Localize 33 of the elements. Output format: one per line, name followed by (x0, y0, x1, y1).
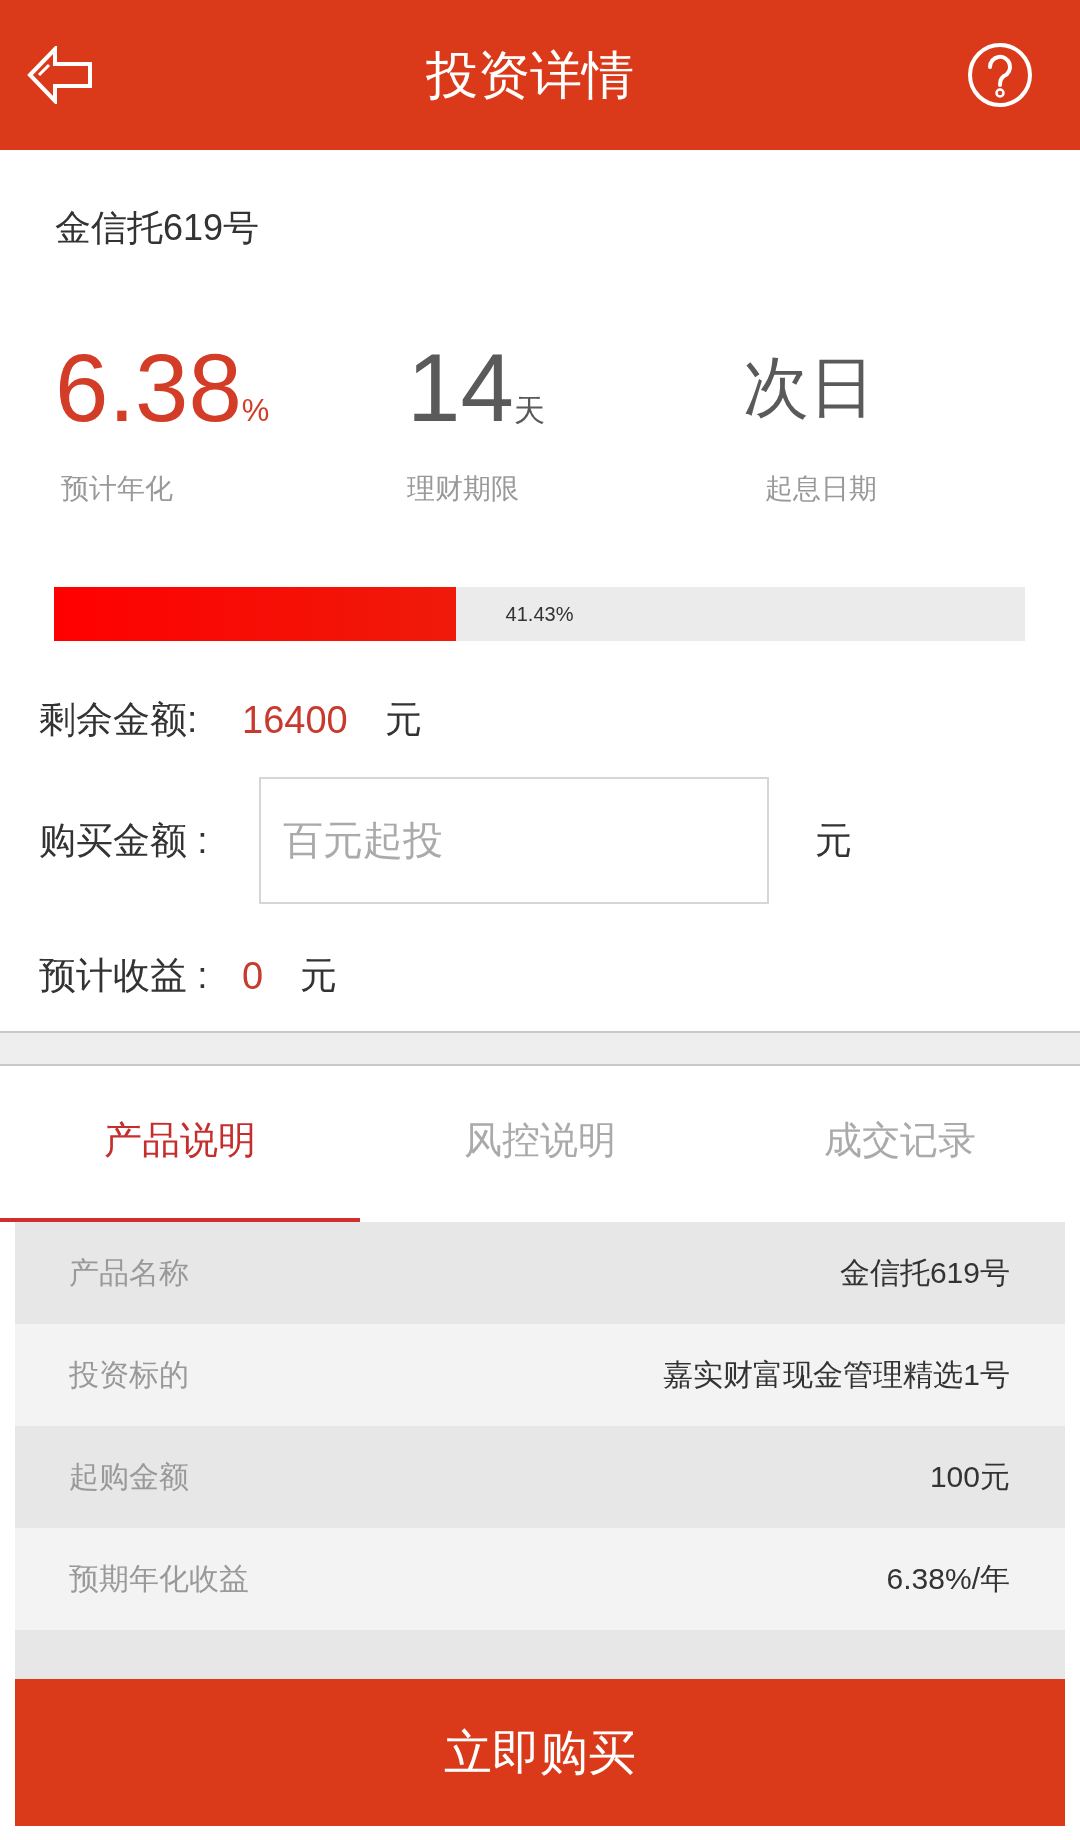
row-value: 嘉实财富现金管理精选1号 (663, 1356, 1010, 1393)
unit-label: 元 (384, 698, 422, 742)
help-icon[interactable] (967, 42, 1033, 108)
row-value: 100元 (929, 1458, 1010, 1495)
product-name: 金信托619号 (55, 206, 260, 250)
stat-value: 6.38 (55, 340, 242, 436)
stat-value: 次日 (743, 354, 875, 420)
amount-value: 0 (242, 954, 264, 999)
stat-unit: 天 (513, 395, 545, 426)
tab[interactable]: 风控说明 (360, 1066, 720, 1222)
stat-label: 理财期限 (407, 472, 519, 506)
stat-label: 起息日期 (765, 472, 877, 506)
row-label: 投资标的 (69, 1356, 189, 1393)
stat-value: 14 (407, 340, 514, 436)
field-label: 预计收益 : (39, 954, 209, 998)
buy-now-button[interactable]: 立即购买 (15, 1679, 1065, 1826)
field-label: 购买金额 : (39, 818, 209, 863)
stat-unit: % (241, 395, 270, 426)
row-label: 预期年化收益 (69, 1560, 249, 1597)
field-label: 剩余金额: (39, 698, 199, 742)
progress-reading: 41.43% (505, 602, 574, 626)
row-value: 金信托619号 (839, 1254, 1010, 1291)
stat-label: 预计年化 (61, 472, 173, 506)
row-label: 起购金额 (69, 1458, 189, 1495)
unit-label: 元 (815, 818, 852, 863)
unit-label: 元 (300, 954, 338, 998)
page-title: 投资详情 (426, 44, 634, 106)
amount-value: 16400 (242, 698, 348, 743)
tab[interactable]: 成交记录 (720, 1066, 1080, 1222)
amount-input[interactable]: 百元起投 (259, 777, 769, 904)
row-label: 产品名称 (69, 1254, 189, 1291)
back-arrow-icon[interactable] (27, 46, 93, 104)
row-value: 6.38%/年 (886, 1560, 1010, 1597)
